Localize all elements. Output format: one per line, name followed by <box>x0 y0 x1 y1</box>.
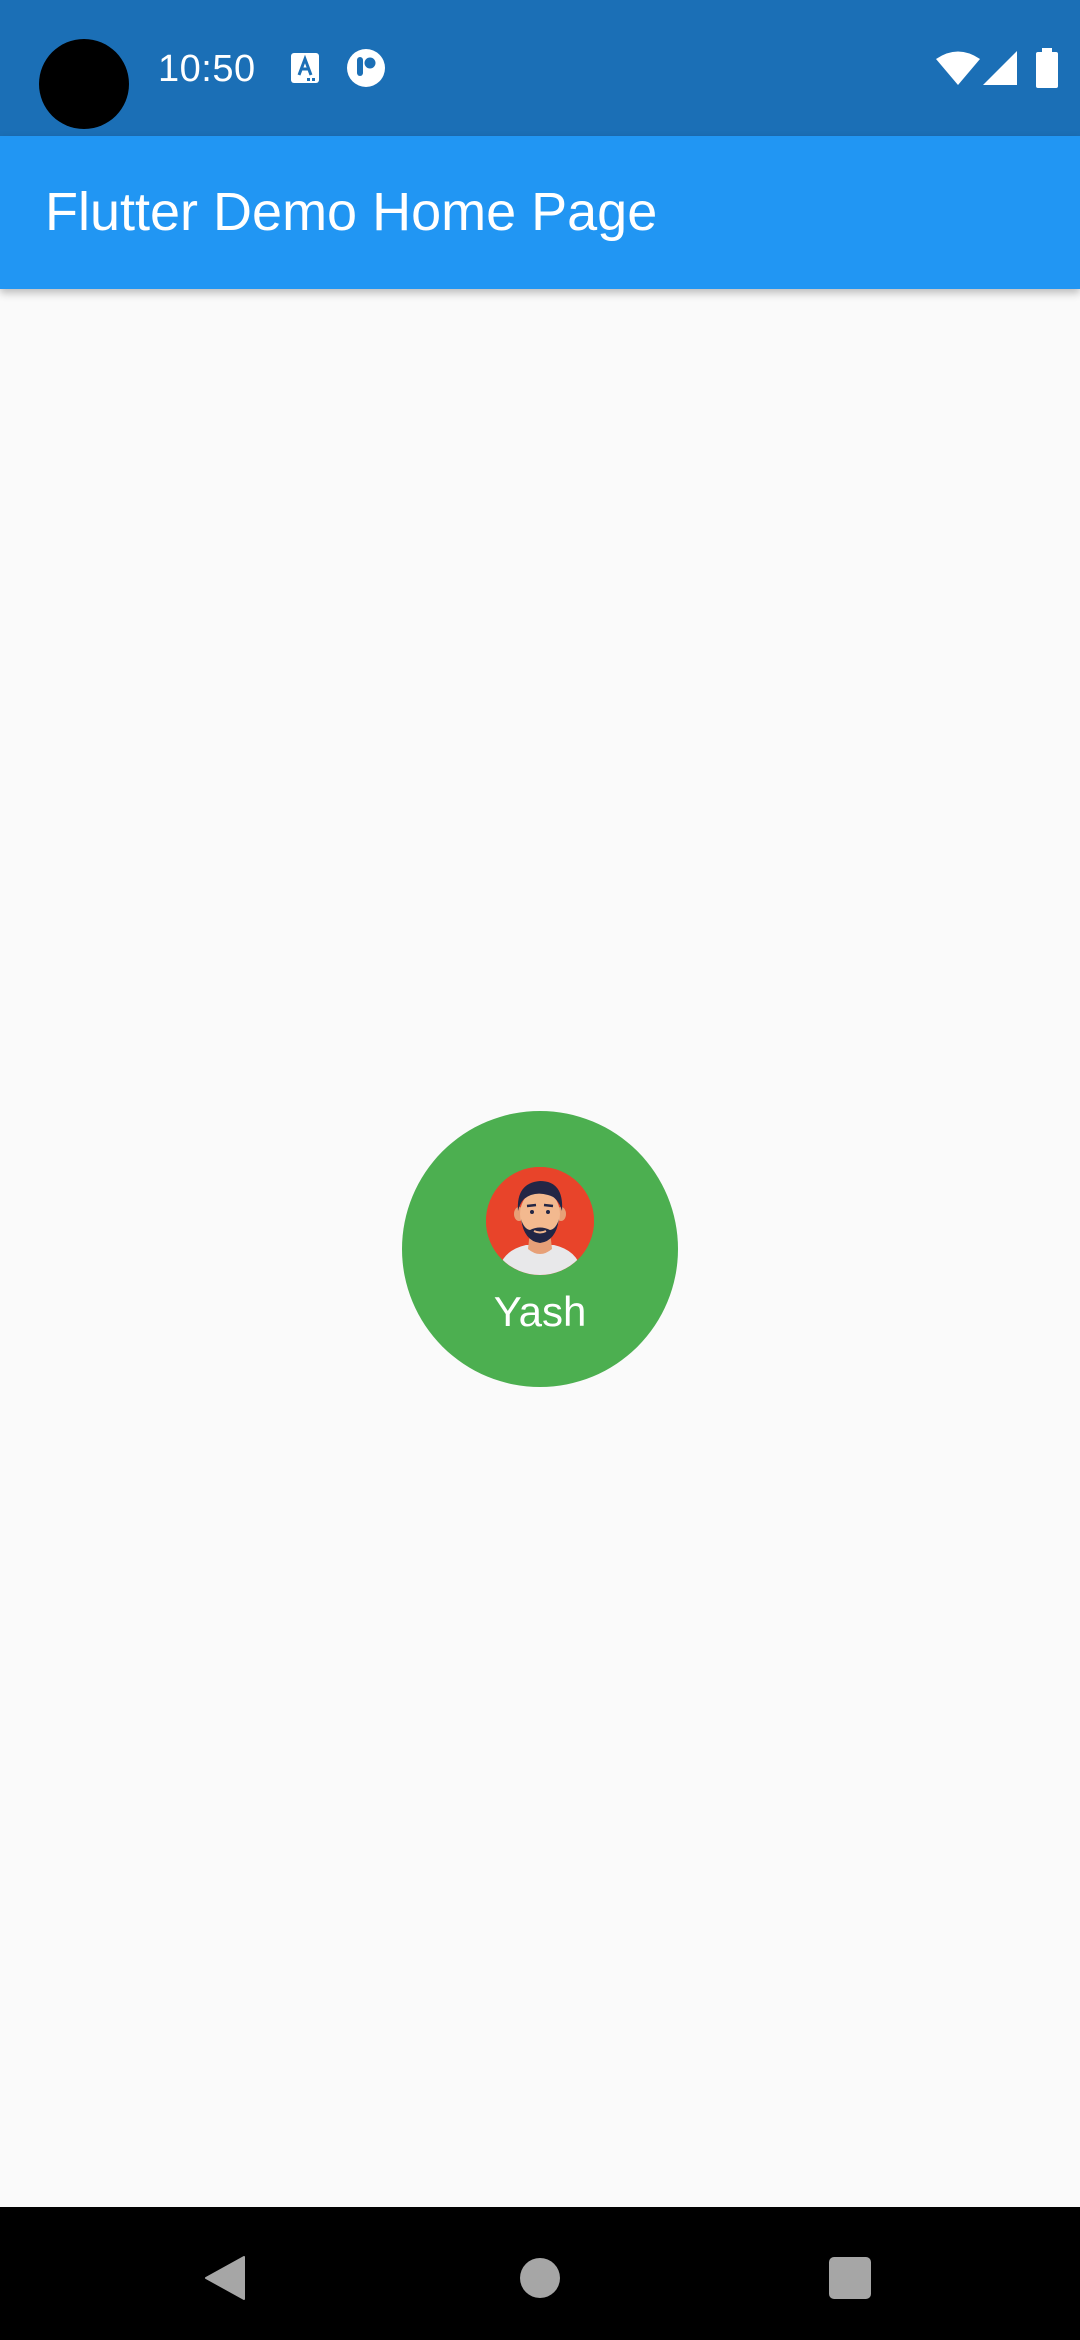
camera-cutout <box>39 39 129 129</box>
app-bar: Flutter Demo Home Page <box>0 136 1080 289</box>
status-bar: 10:50 <box>0 0 1080 136</box>
navigation-bar <box>0 2207 1080 2340</box>
cell-signal-icon <box>983 51 1017 85</box>
avatar <box>486 1167 594 1275</box>
back-icon[interactable] <box>204 2255 246 2301</box>
page-title: Flutter Demo Home Page <box>45 182 658 242</box>
battery-icon <box>1036 48 1058 88</box>
profile-circle[interactable]: Yash <box>402 1111 678 1387</box>
pocket-icon <box>347 49 385 87</box>
profile-name: Yash <box>493 1288 587 1335</box>
screen: 10:50 Flutter Demo Home Page Yash <box>0 0 1080 2340</box>
status-time: 10:50 <box>158 48 256 90</box>
recents-icon[interactable] <box>829 2257 871 2299</box>
home-icon[interactable] <box>520 2258 560 2298</box>
main-content: Yash <box>0 289 1080 2207</box>
wifi-icon <box>936 51 980 85</box>
text-a-icon <box>291 53 319 83</box>
man-avatar-icon <box>486 1167 594 1275</box>
